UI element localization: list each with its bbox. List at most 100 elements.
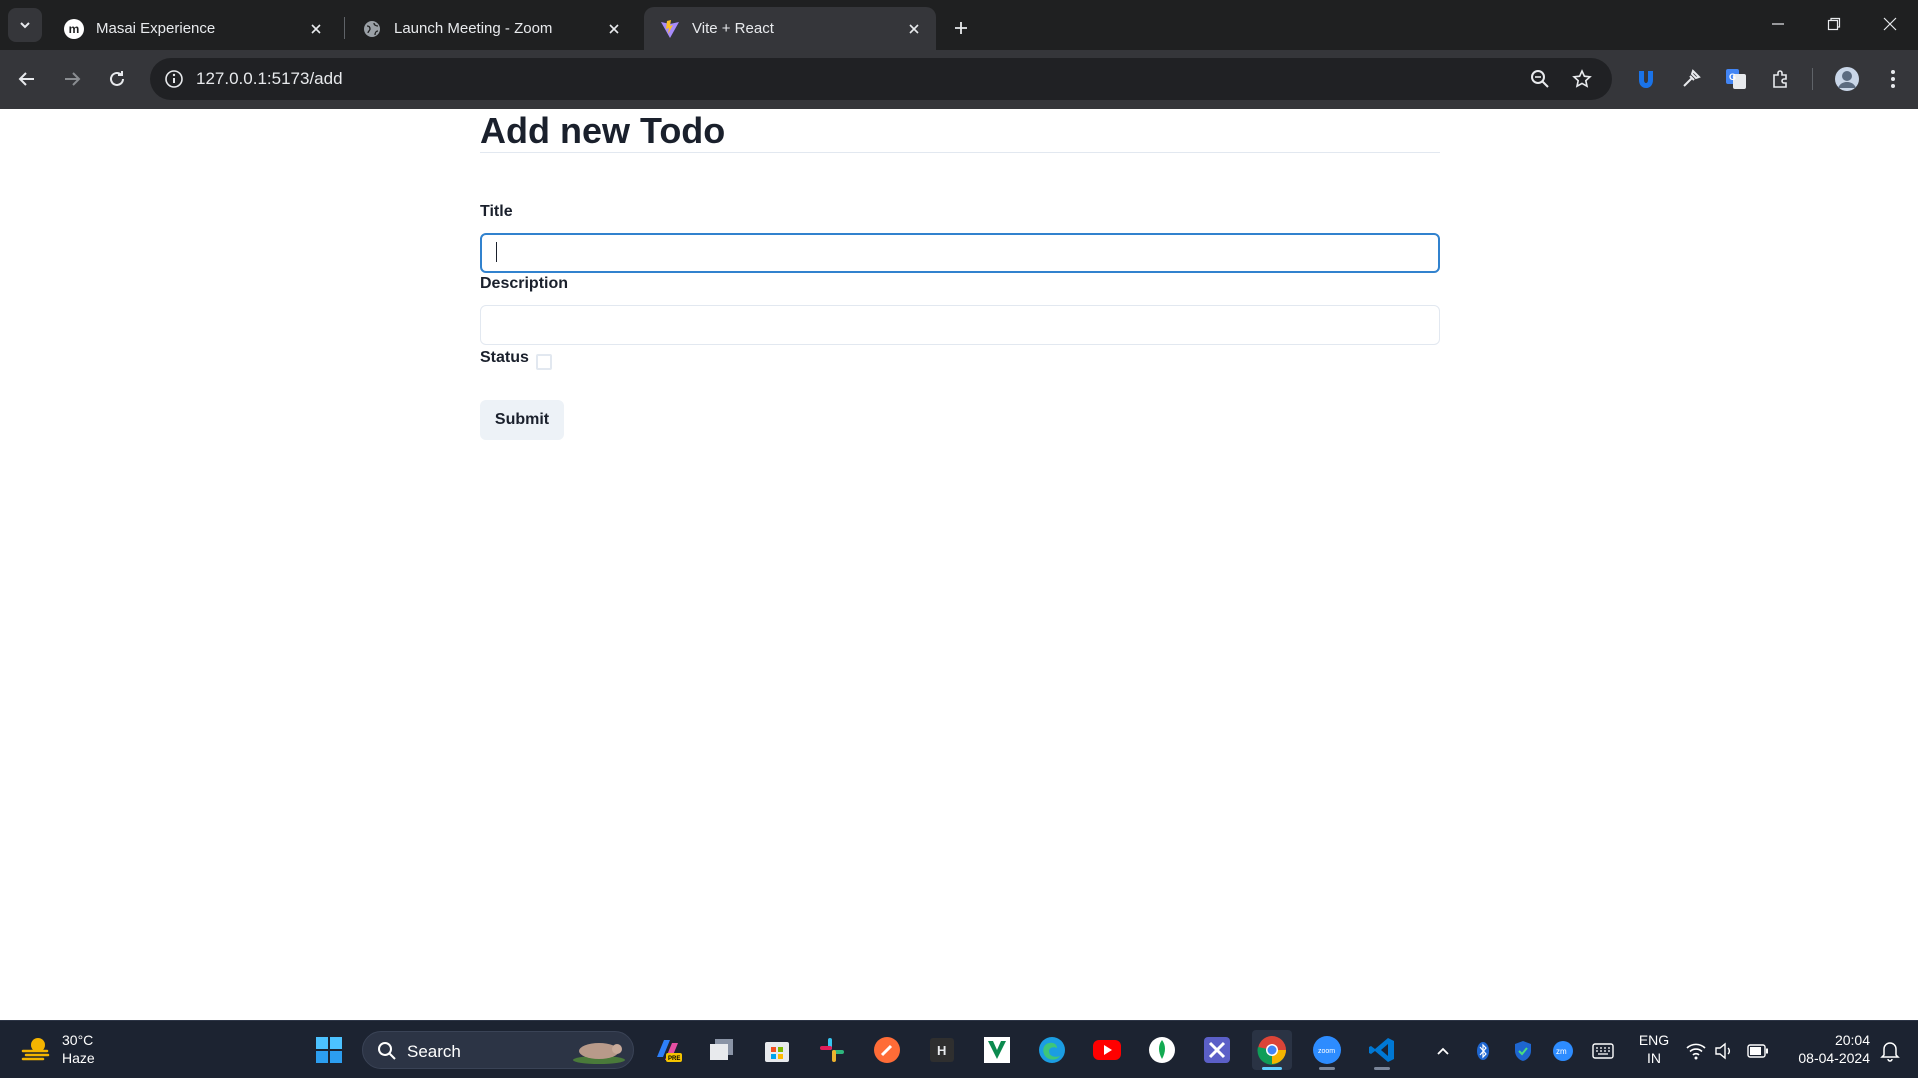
extensions-puzzle-icon[interactable]	[1768, 66, 1794, 92]
clock-date: 08-04-2024	[1798, 1050, 1870, 1066]
arrow-right-icon	[65, 72, 81, 86]
language-code: ENG	[1638, 1032, 1670, 1048]
snipping-tool-icon[interactable]	[1197, 1030, 1237, 1070]
reload-button[interactable]	[100, 62, 134, 96]
svg-text:zm: zm	[1556, 1047, 1567, 1056]
weather-temp: 30°C	[62, 1032, 94, 1048]
vectorworks-app-icon[interactable]	[977, 1030, 1017, 1070]
title-label: Title	[480, 203, 513, 220]
vscode-icon[interactable]	[1362, 1030, 1402, 1070]
microsoft-store-icon[interactable]	[757, 1030, 797, 1070]
mongodb-compass-icon[interactable]	[1142, 1030, 1182, 1070]
arrow-left-icon	[18, 72, 34, 86]
minimize-button[interactable]	[1750, 0, 1806, 48]
svg-text:H: H	[937, 1043, 946, 1058]
description-label: Description	[480, 275, 569, 292]
task-view-icon[interactable]	[702, 1030, 742, 1070]
volume-icon[interactable]	[1712, 1039, 1736, 1063]
zoom-tray-icon[interactable]: zm	[1551, 1039, 1575, 1063]
tab-separator	[344, 17, 345, 39]
site-info-icon[interactable]	[162, 67, 186, 91]
tab-launch-meeting-zoom[interactable]: Launch Meeting - Zoom	[346, 7, 636, 50]
close-window-button[interactable]	[1862, 0, 1918, 48]
masai-logo-icon: m	[64, 18, 84, 39]
vite-logo-icon	[660, 19, 680, 39]
address-url: 127.0.0.1:5173/add	[196, 69, 343, 88]
active-app-indicator	[1262, 1067, 1282, 1070]
close-icon[interactable]	[904, 19, 924, 39]
kebab-menu-icon[interactable]	[1880, 66, 1906, 92]
reload-icon	[110, 71, 124, 86]
search-highlight-icon	[573, 1043, 625, 1064]
youtube-icon[interactable]	[1087, 1030, 1127, 1070]
copilot-app-icon[interactable]: PRE	[647, 1030, 687, 1070]
tab-title: Vite + React	[692, 20, 774, 37]
chevron-down-icon	[20, 22, 30, 29]
region-code: IN	[1647, 1050, 1661, 1066]
edge-icon[interactable]	[1032, 1030, 1072, 1070]
taskbar-search[interactable]: Search	[362, 1031, 634, 1069]
tab-title: Masai Experience	[96, 20, 216, 37]
keyboard-icon[interactable]	[1591, 1039, 1615, 1063]
minimize-icon	[1772, 23, 1784, 25]
chevron-up-icon[interactable]	[1431, 1039, 1455, 1063]
weather-condition: Haze	[62, 1050, 95, 1066]
submit-button[interactable]: Submit	[480, 400, 564, 440]
title-input-wrapper	[480, 233, 1440, 273]
extension-shield-icon[interactable]	[1633, 66, 1659, 92]
start-button[interactable]	[309, 1030, 349, 1070]
back-button[interactable]	[10, 62, 44, 96]
slack-icon[interactable]	[812, 1030, 852, 1070]
status-checkbox[interactable]	[536, 354, 552, 370]
chrome-icon[interactable]	[1252, 1030, 1292, 1070]
search-placeholder: Search	[407, 1042, 461, 1061]
haze-sun-icon	[21, 1038, 50, 1061]
tab-search-button[interactable]	[8, 8, 42, 42]
language-indicator[interactable]: ENG IN	[1636, 1031, 1672, 1067]
battery-icon[interactable]	[1746, 1039, 1770, 1063]
restore-button[interactable]	[1806, 0, 1862, 48]
notification-bell-icon[interactable]	[1878, 1039, 1902, 1063]
close-icon[interactable]	[604, 19, 624, 39]
page-title: Add new Todo	[480, 110, 726, 151]
running-app-indicator	[1319, 1067, 1335, 1070]
bluetooth-icon[interactable]	[1471, 1039, 1495, 1063]
eyedropper-icon[interactable]	[1678, 66, 1704, 92]
tab-masai-experience[interactable]: m Masai Experience	[48, 7, 338, 50]
app-h-icon[interactable]: H	[922, 1030, 962, 1070]
svg-text:PRE: PRE	[668, 1056, 680, 1062]
weather-widget[interactable]: 30°C Haze	[20, 1031, 95, 1067]
star-icon[interactable]	[1570, 67, 1594, 91]
windows-logo-icon	[316, 1037, 342, 1063]
postman-icon[interactable]	[867, 1030, 907, 1070]
svg-text:G: G	[1729, 72, 1736, 82]
text-cursor	[496, 242, 497, 262]
divider	[480, 152, 1440, 153]
toolbar-separator	[1812, 68, 1813, 90]
windows-taskbar: 30°C Haze Search PRE H zoom zm ENG IN 20…	[0, 1020, 1918, 1078]
defender-shield-icon[interactable]	[1511, 1039, 1535, 1063]
new-tab-button[interactable]	[945, 12, 977, 44]
restore-icon	[1827, 17, 1841, 31]
running-app-indicator	[1374, 1067, 1390, 1070]
google-translate-icon[interactable]: G	[1723, 66, 1749, 92]
plus-icon	[955, 22, 967, 34]
status-label: Status	[480, 349, 529, 366]
title-input[interactable]	[480, 233, 1440, 273]
wifi-icon[interactable]	[1684, 1039, 1708, 1063]
close-icon	[1883, 17, 1897, 31]
tab-title: Launch Meeting - Zoom	[394, 20, 553, 37]
browser-tab-strip: m Masai Experience Launch Meeting - Zoom…	[0, 0, 1918, 50]
zoom-app-icon[interactable]: zoom	[1307, 1030, 1347, 1070]
forward-button[interactable]	[55, 62, 89, 96]
page-content: Add new Todo Title Description Status Su…	[0, 109, 1918, 1020]
close-icon[interactable]	[306, 19, 326, 39]
tab-vite-react[interactable]: Vite + React	[644, 7, 936, 50]
address-bar[interactable]: 127.0.0.1:5173/add	[150, 58, 1612, 100]
system-clock[interactable]: 20:04 08-04-2024	[1780, 1031, 1870, 1067]
profile-avatar[interactable]	[1834, 66, 1860, 92]
description-input[interactable]	[480, 305, 1440, 345]
clock-time: 20:04	[1834, 1032, 1870, 1048]
zoom-icon[interactable]	[1528, 67, 1552, 91]
svg-text:zoom: zoom	[1318, 1048, 1335, 1055]
